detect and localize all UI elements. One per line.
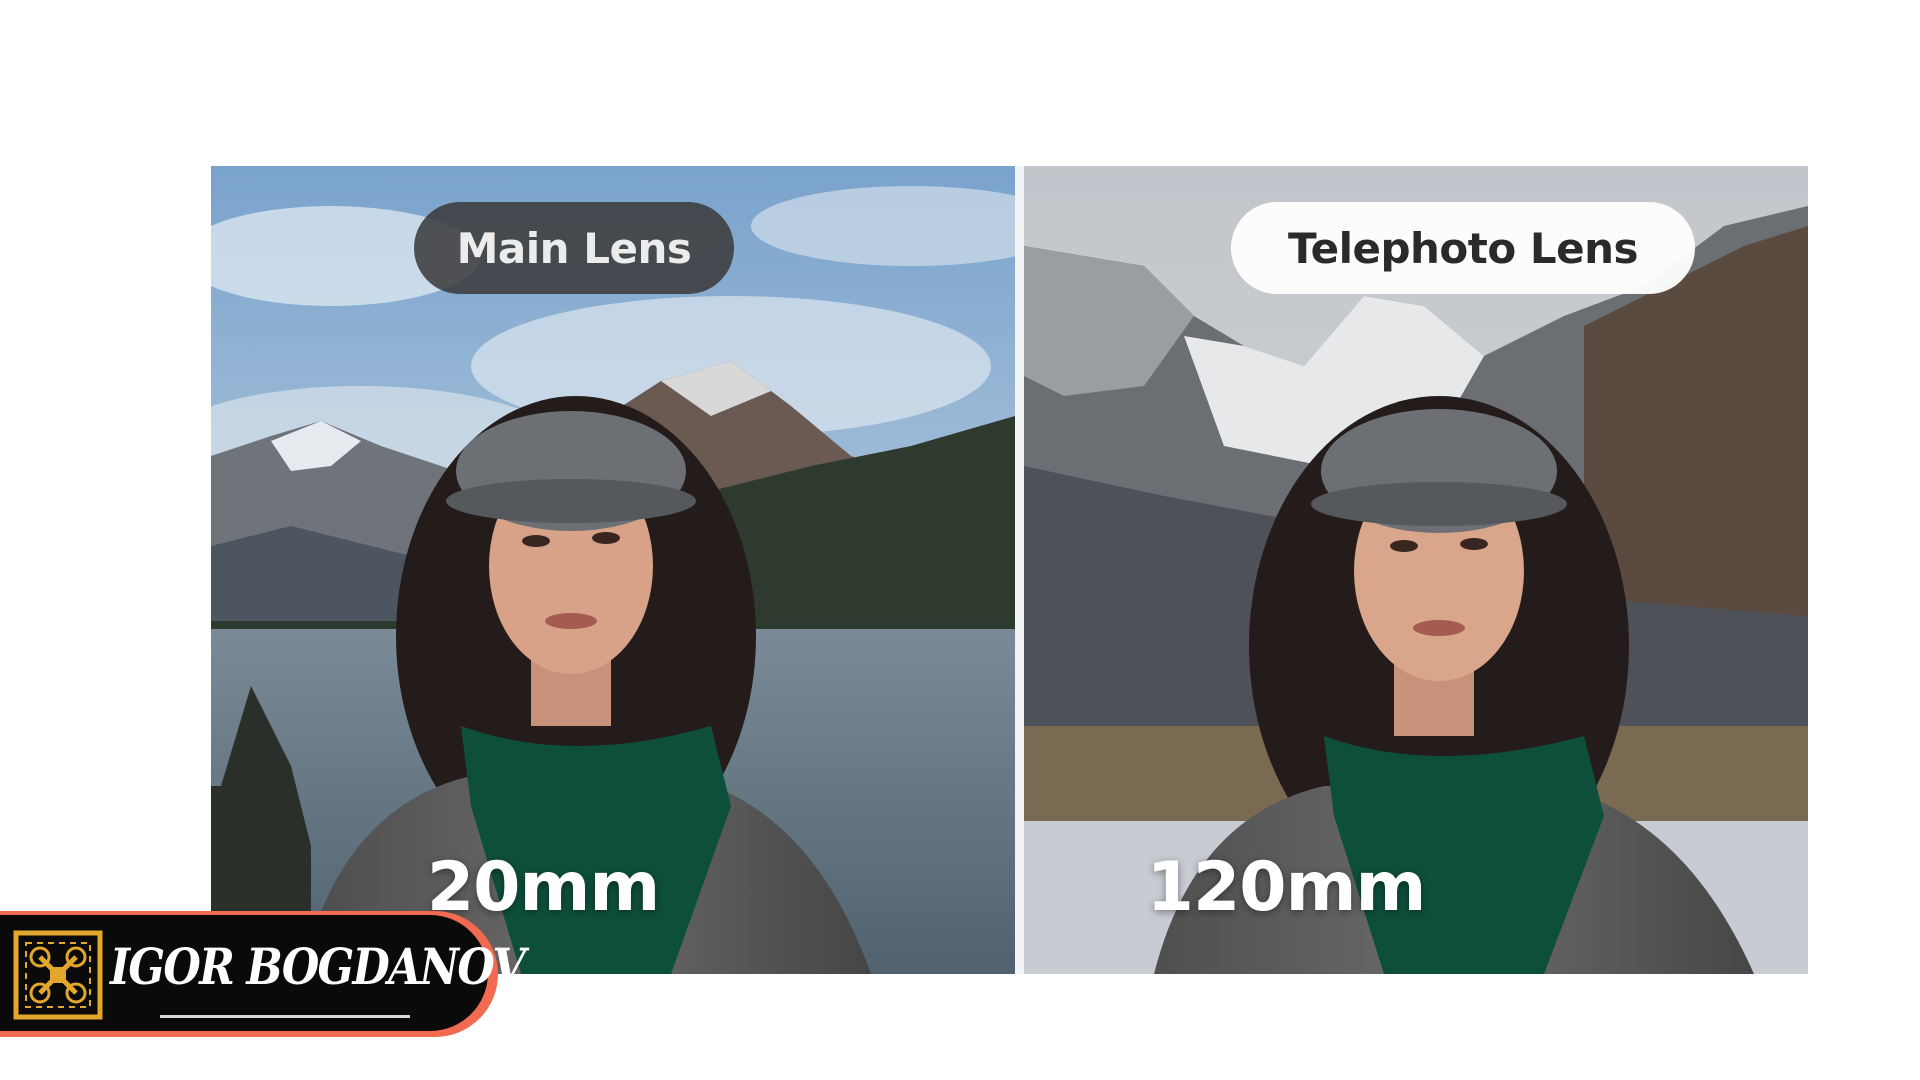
telephoto-lens-label: Telephoto Lens — [1231, 202, 1695, 294]
panel-divider — [1015, 166, 1024, 974]
watermark-inner: IGOR BOGDANOV — [0, 915, 526, 1031]
watermark-name: IGOR BOGDANOV — [110, 937, 526, 996]
watermark-underline — [160, 1015, 410, 1018]
main-lens-photo: Main Lens 20mm — [211, 166, 1015, 974]
telephoto-lens-focal-length: 120mm — [1146, 848, 1427, 927]
watermark-badge: IGOR BOGDANOV — [0, 911, 526, 1037]
main-lens-label: Main Lens — [414, 202, 734, 294]
drone-logo-icon — [13, 930, 103, 1020]
telephoto-lens-photo: Telephoto Lens 120mm — [1024, 166, 1808, 974]
